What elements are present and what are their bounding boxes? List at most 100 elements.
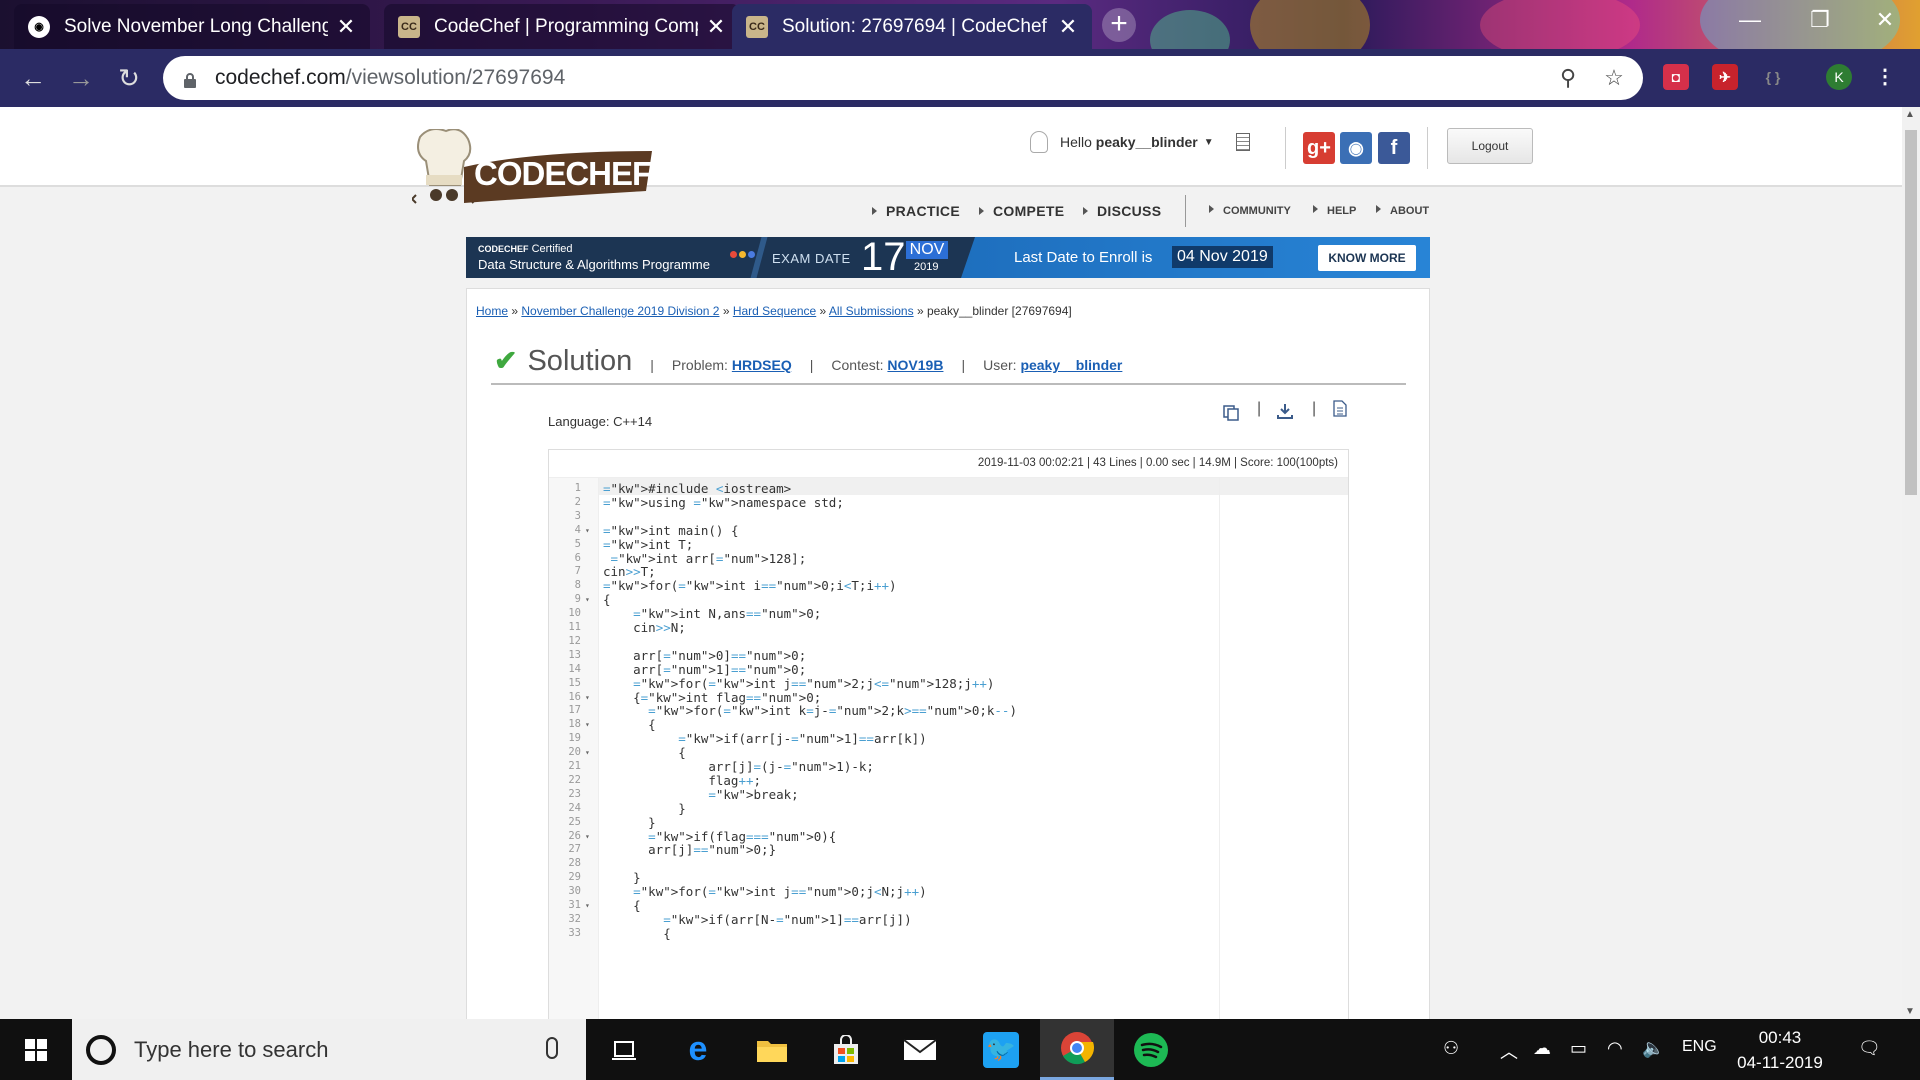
breadcrumb-home[interactable]: Home [476,304,508,318]
view-source-icon[interactable] [1333,400,1347,422]
banner-brand: CODECHEF Certified [478,243,573,255]
language-indicator[interactable]: ENG [1682,1038,1717,1056]
notifications-icon[interactable]: 🗨 [1858,1038,1881,1059]
bookmark-star-icon[interactable]: ☆ [1599,63,1629,93]
chevron-up-icon[interactable]: ︿ [1500,1038,1518,1064]
banner-program: Data Structure & Algorithms Programme [478,257,710,272]
code-viewer[interactable]: 2019-11-03 00:02:21 | 43 Lines | 0.00 se… [548,449,1349,1019]
breadcrumb-submissions[interactable]: All Submissions [829,304,914,318]
user-icon [1030,131,1048,153]
tab-title: Solve November Long Challenge [64,15,328,37]
codechef-logo[interactable]: CODECHEF [410,128,656,209]
minimize-button[interactable]: — [1715,0,1785,40]
scrollbar-thumb[interactable] [1905,130,1917,495]
volume-icon[interactable]: 🔈 [1642,1038,1664,1059]
know-more-button[interactable]: KNOW MORE [1318,245,1416,271]
pocket-extension-icon[interactable]: ◘ [1663,64,1689,90]
microphone-icon[interactable] [546,1037,558,1059]
language-label: Language: C++14 [548,414,653,429]
close-window-button[interactable]: ✕ [1850,0,1920,40]
web-page: CODECHEF Hello peaky__blinder ▼ g+ ◉ f L… [0,107,1902,1019]
breadcrumb-contest[interactable]: November Challenge 2019 Division 2 [521,304,719,318]
url-path: /viewsolution/27697694 [345,66,566,89]
search-placeholder: Type here to search [134,1036,329,1062]
toolbar-divider: | [1312,400,1317,417]
edge-icon[interactable]: e [661,1019,735,1080]
nav-practice[interactable]: PRACTICE [872,203,960,219]
clock-time: 00:43 [1758,1028,1802,1047]
tab-title: Solution: 27697694 | CodeChef [782,15,1047,37]
windows-start-icon[interactable] [0,1019,72,1080]
nav-divider [1185,195,1186,227]
twitter-icon[interactable]: 🐦 [964,1019,1038,1080]
google-plus-icon[interactable]: g+ [1303,132,1335,164]
problem-link[interactable]: HRDSEQ [732,357,792,373]
battery-icon[interactable]: ▭ [1570,1038,1587,1059]
toolbar-divider: | [1257,400,1262,417]
user-menu[interactable]: Hello peaky__blinder ▼ [1030,131,1250,153]
code-line: ="kw">for(="kw">int j=="num">0;j<N;j++) [633,884,927,900]
back-icon[interactable]: ← [16,61,50,95]
address-bar[interactable]: codechef.com/viewsolution/27697694 ⚲ ☆ [163,56,1643,100]
task-view-icon[interactable] [587,1019,661,1080]
reload-icon[interactable]: ↻ [112,61,146,95]
tab-2[interactable]: CC CodeChef | Programming Comp ✕ [384,4,740,49]
contest-label: Contest: [831,357,884,373]
divider [1427,127,1428,169]
download-icon[interactable] [1277,403,1293,424]
tab-close-icon[interactable]: ✕ [706,14,726,40]
banner-exam-label: EXAM DATE [772,251,851,266]
tab-3[interactable]: CC Solution: 27697694 | CodeChef ✕ [732,4,1092,49]
codechef-favicon-icon: CC [398,15,420,38]
notes-icon[interactable] [1235,133,1250,151]
tab-close-icon[interactable]: ✕ [1058,14,1078,40]
user-link[interactable]: peaky__blinder [1020,357,1122,373]
store-icon[interactable] [809,1019,883,1080]
extension-icon[interactable]: { } [1760,64,1786,90]
profile-avatar[interactable]: K [1826,64,1852,90]
tab-title: CodeChef | Programming Comp [434,15,698,37]
taskbar-search[interactable]: Type here to search [72,1019,586,1080]
code-line: ="kw">for(="kw">int i=="num">0;i<T;i++) [603,578,897,594]
spotify-icon[interactable] [1114,1019,1188,1080]
system-clock[interactable]: 00:43 04-11-2019 [1735,1025,1825,1075]
codechef-favicon-icon: CC [746,15,768,38]
code-line: ="kw">for(="kw">int k=j-="num">2;k>=="nu… [648,703,1017,719]
tab-1[interactable]: ◉ Solve November Long Challenge ✕ [14,4,370,49]
zoom-icon[interactable]: ⚲ [1553,63,1583,93]
nav-discuss[interactable]: DISCUSS [1083,203,1161,219]
shield-extension-icon[interactable]: ✈ [1712,64,1738,90]
wifi-icon[interactable]: ◠ [1607,1038,1623,1059]
forward-icon[interactable]: → [64,61,98,95]
menu-dots-icon[interactable]: ⋮ [1872,64,1898,90]
solution-card: Home » November Challenge 2019 Division … [466,288,1430,1019]
logout-button[interactable]: Logout [1447,128,1533,164]
facebook-icon[interactable]: f [1378,132,1410,164]
restore-button[interactable]: ❐ [1785,0,1855,40]
mail-icon[interactable] [883,1019,957,1080]
solution-title: Solution [527,345,633,377]
copy-icon[interactable] [1223,405,1239,426]
divider [1285,127,1286,169]
chrome-icon[interactable] [1040,1019,1114,1080]
github-icon[interactable]: ◉ [1340,132,1372,164]
nav-compete[interactable]: COMPETE [979,203,1064,219]
tab-close-icon[interactable]: ✕ [336,14,356,40]
code-line: ="kw">using ="kw">namespace std; [603,494,844,510]
nav-help[interactable]: HELP [1313,205,1356,217]
new-tab-button[interactable]: + [1102,8,1136,42]
line-gutter: 1 2 3 4 ▾ 5 6 7 8 9 ▾ 10 11 12 13 14 15 16 ▾ 17 18 ▾ 19 20 ▾ 21 22… [549,478,599,1019]
browser-toolbar: ← → ↻ codechef.com/viewsolution/27697694… [0,49,1920,107]
site-header [0,107,1902,187]
caret-down-icon: ▼ [1203,136,1214,148]
file-explorer-icon[interactable] [735,1019,809,1080]
code-editor[interactable]: 1 2 3 4 ▾ 5 6 7 8 9 ▾ 10 11 12 13 14 15 16 ▾ 17 18 ▾ 19 20 ▾ 21 22… [549,477,1348,1019]
onedrive-icon[interactable]: ☁ [1533,1038,1551,1059]
nav-community[interactable]: COMMUNITY [1209,205,1291,217]
contest-link[interactable]: NOV19B [887,357,943,373]
promo-banner[interactable]: CODECHEF Certified Data Structure & Algo… [466,237,1430,278]
people-icon[interactable]: ⚇ [1443,1038,1459,1059]
breadcrumb-problem[interactable]: Hard Sequence [733,304,816,318]
code-line: { [603,925,671,941]
nav-about[interactable]: ABOUT [1376,205,1429,217]
